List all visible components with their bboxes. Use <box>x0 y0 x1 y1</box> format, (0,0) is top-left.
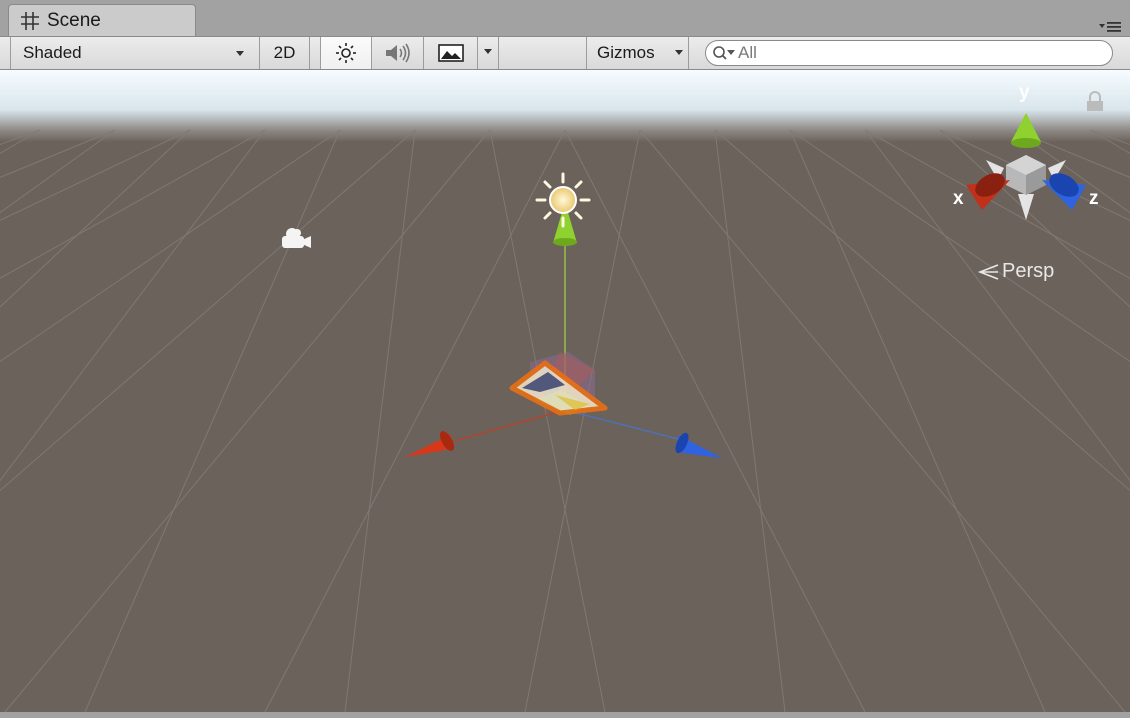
effects-dropdown[interactable] <box>477 37 499 69</box>
perspective-icon <box>977 263 999 280</box>
gizmo-z-label: z <box>1089 188 1099 209</box>
search-field[interactable] <box>705 40 1113 66</box>
effects-toggle-button[interactable] <box>425 37 477 69</box>
grid-icon <box>21 11 39 30</box>
lighting-toggle-button[interactable] <box>320 37 372 69</box>
light-icon[interactable] <box>535 172 591 228</box>
2d-label: 2D <box>273 43 296 62</box>
pane-menu-icon[interactable] <box>1098 18 1122 34</box>
window-bottom-edge <box>0 712 1130 718</box>
search-input[interactable] <box>738 43 1098 63</box>
chevron-down-icon <box>675 50 683 55</box>
draw-mode-dropdown[interactable]: Shaded <box>10 37 260 69</box>
projection-toggle[interactable]: Persp <box>976 260 1054 283</box>
gizmo-y-cone-base <box>1011 138 1041 148</box>
sky <box>0 70 1130 142</box>
sun-icon <box>336 43 356 63</box>
scene-canvas <box>0 70 1130 712</box>
gizmos-label: Gizmos <box>597 43 655 62</box>
chevron-down-icon <box>484 49 492 54</box>
2d-toggle-button[interactable]: 2D <box>260 37 310 69</box>
tab-title: Scene <box>47 9 101 31</box>
tab-bar: Scene <box>0 0 1130 36</box>
image-icon <box>438 44 464 62</box>
gizmo-x-label: x <box>953 188 964 209</box>
tab-scene[interactable]: Scene <box>8 4 196 36</box>
chevron-down-icon <box>236 51 244 56</box>
scene-toolbar: Shaded 2D Gizmos <box>0 36 1130 70</box>
scene-viewport[interactable]: y x z Persp <box>0 70 1130 712</box>
projection-label: Persp <box>1002 260 1055 282</box>
draw-mode-label: Shaded <box>23 43 82 62</box>
audio-toggle-button[interactable] <box>372 37 424 69</box>
gizmo-y-label: y <box>1019 82 1030 103</box>
y-axis-cone-base <box>553 238 577 246</box>
speaker-icon <box>385 43 410 63</box>
gizmos-dropdown[interactable]: Gizmos <box>586 37 689 69</box>
search-icon <box>713 46 735 60</box>
